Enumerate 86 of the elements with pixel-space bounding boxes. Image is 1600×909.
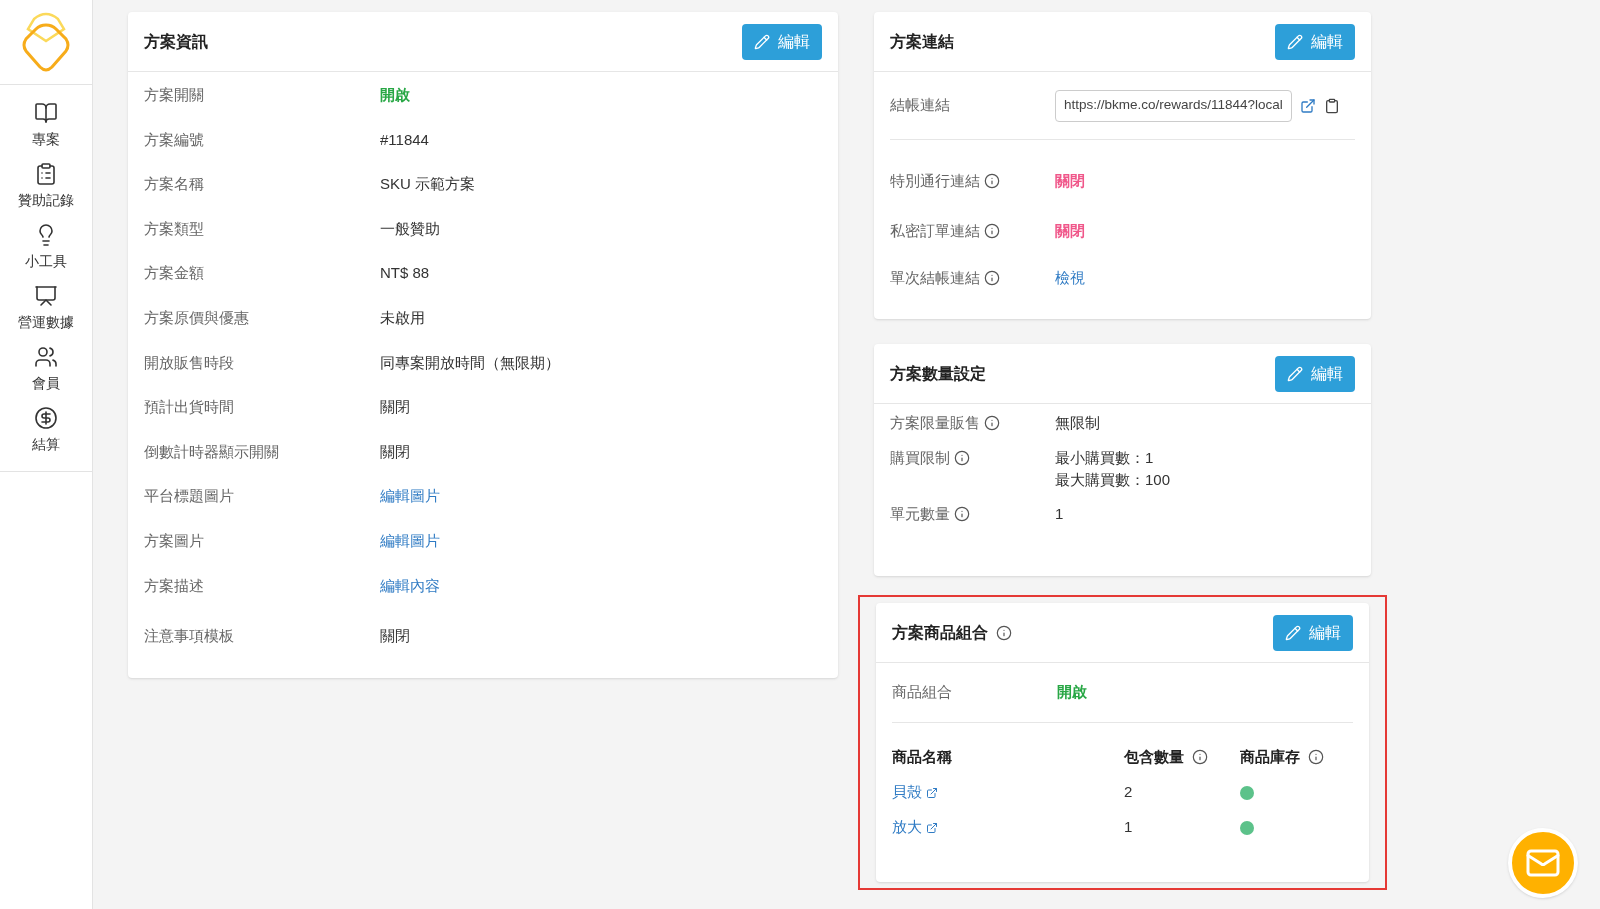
product-link[interactable]: 放大 [892,816,922,839]
external-link-icon[interactable] [1299,97,1316,114]
field-value: SKU 示範方案 [380,174,475,195]
edit-button[interactable]: 編輯 [742,23,822,60]
field-value: 關閉 [380,625,410,646]
field-label: 購買限制 [890,447,950,468]
field-label: 方案開關 [144,85,205,106]
info-icon[interactable] [1308,749,1324,765]
field-value: 開啟 [380,85,410,106]
nav-item[interactable]: 贊助記錄 [18,162,74,211]
field-label: 方案圖片 [144,531,205,551]
nav-item[interactable]: 專案 [32,101,60,150]
field-value: 無限制 [1055,413,1100,433]
field-label: 結帳連結 [890,95,951,116]
info-icon[interactable] [984,223,1000,239]
field-label: 方案限量販售 [890,413,980,433]
field-value: 關閉 [380,397,410,418]
info-icon[interactable] [984,415,1000,432]
column-header: 包含數量 [1124,746,1184,767]
info-icon[interactable] [954,505,970,522]
edit-button[interactable]: 編輯 [1273,614,1353,651]
chart-board-icon [34,284,58,308]
nav-item[interactable]: 營運數據 [18,284,74,333]
field-value: 最大購買數：100 [1055,469,1171,490]
table-cell-text: 2 [1124,782,1134,803]
info-icon[interactable] [996,624,1012,641]
nav-item[interactable]: 小工具 [25,223,67,272]
card-title: 方案資訊 [144,31,208,52]
dollar-icon [34,406,58,430]
field-label: 單次結帳連結 [890,267,980,288]
field-label: 商品組合 [892,682,953,703]
field-value: 關閉 [1055,170,1085,191]
field-value: 最小購買數：1 [1055,447,1155,468]
field-label: 預計出貨時間 [144,397,235,418]
field-label: 方案描述 [144,575,205,596]
book-icon [34,101,58,125]
field-value: 一般贊助 [380,218,440,239]
field-label: 開放販售時段 [144,352,235,373]
edit-button[interactable]: 編輯 [1275,23,1355,60]
table-cell-text: 1 [1124,817,1134,838]
info-icon[interactable] [1192,749,1208,765]
field-label: 倒數計時器顯示開關 [144,441,280,462]
field-label: 方案類型 [144,218,205,239]
field-value: #11844 [380,129,429,150]
link[interactable]: 編輯圖片 [380,485,440,508]
field-label: 方案金額 [144,263,205,284]
field-label: 特別通行連結 [890,170,980,191]
column-header: 商品庫存 [1240,746,1300,767]
pencil-icon [1287,365,1303,382]
link[interactable]: 編輯圖片 [380,530,440,553]
pencil-icon [754,33,770,50]
pencil-icon [1287,33,1303,50]
card-title: 方案商品組合 [892,622,988,643]
column-header: 商品名稱 [892,746,952,767]
nav-item[interactable]: 結算 [32,406,60,455]
clipboard-icon [34,162,58,186]
field-value: 同專案開放時間（無限期） [380,352,560,373]
link[interactable]: 編輯內容 [380,574,440,598]
clipboard-icon[interactable] [1323,97,1340,114]
users-icon [34,345,58,369]
nav-item[interactable]: 會員 [32,345,60,394]
card-title: 方案數量設定 [890,363,986,384]
field-label: 單元數量 [890,503,950,524]
field-label: 方案名稱 [144,174,205,195]
field-label: 私密訂單連結 [890,220,980,241]
field-label: 注意事項模板 [144,625,235,646]
field-label: 平台標題圖片 [144,486,235,507]
product-link[interactable]: 貝殼 [892,781,922,804]
info-icon[interactable] [954,449,970,466]
url-field[interactable]: https://bkme.co/rewards/11844?local [1055,89,1292,122]
field-value: 關閉 [1055,220,1085,241]
field-value: NT$ 88 [380,263,430,284]
field-value: 1 [1055,503,1064,524]
field-label: 方案原價與優惠 [144,308,250,328]
external-link-icon[interactable] [926,821,938,834]
field-value: 未啟用 [380,308,425,328]
pencil-icon [1285,624,1301,641]
edit-button[interactable]: 編輯 [1275,355,1355,392]
field-label: 方案編號 [144,129,205,150]
link[interactable]: 檢視 [1055,266,1085,290]
external-link-icon[interactable] [926,786,938,799]
field-value: 關閉 [380,441,410,462]
info-icon[interactable] [984,173,1000,189]
card-title: 方案連結 [890,31,954,52]
info-icon[interactable] [984,270,1000,286]
field-value: 開啟 [1057,682,1087,703]
